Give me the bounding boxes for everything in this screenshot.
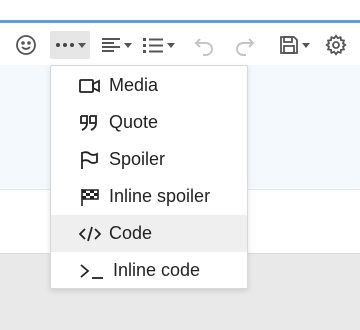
- menu-item-label: Media: [109, 75, 159, 95]
- menu-item-label: Quote: [109, 112, 159, 132]
- menu-item-label: Spoiler: [109, 149, 166, 169]
- menu-item-spoiler[interactable]: Spoiler: [51, 141, 247, 178]
- terminal-icon: [79, 262, 113, 280]
- smiley-icon: [15, 34, 37, 56]
- video-camera-icon: [79, 78, 109, 94]
- menu-item-label: Inline spoiler: [109, 186, 211, 206]
- insert-menu: Media Quote Spoiler Inline spoiler Code …: [50, 65, 248, 289]
- chevron-down-icon: [123, 42, 132, 48]
- align-icon: [101, 36, 121, 54]
- more-options-icon: [55, 42, 75, 48]
- redo-icon: [234, 34, 256, 56]
- menu-item-quote[interactable]: Quote: [51, 104, 247, 141]
- checkered-flag-icon: [79, 187, 109, 207]
- editor-toolbar: [0, 23, 360, 65]
- gear-icon: [325, 34, 347, 56]
- list-button[interactable]: [140, 31, 176, 59]
- menu-item-code[interactable]: Code: [51, 215, 247, 252]
- menu-item-media[interactable]: Media: [51, 67, 247, 104]
- flag-icon: [79, 150, 109, 170]
- quote-icon: [79, 114, 109, 132]
- chevron-down-icon: [301, 42, 310, 48]
- save-draft-button[interactable]: [276, 31, 312, 59]
- save-draft-icon: [279, 35, 299, 55]
- menu-item-label: Inline code: [113, 260, 201, 280]
- align-button[interactable]: [99, 31, 133, 59]
- more-options-button[interactable]: [50, 31, 90, 59]
- smilies-button[interactable]: [12, 31, 40, 59]
- undo-button[interactable]: [190, 31, 218, 59]
- menu-item-label: Code: [109, 223, 153, 243]
- menu-item-inline-code[interactable]: Inline code: [51, 252, 247, 289]
- settings-button[interactable]: [322, 31, 350, 59]
- menu-item-inline-spoiler[interactable]: Inline spoiler: [51, 178, 247, 215]
- chevron-down-icon: [77, 42, 86, 48]
- redo-button[interactable]: [231, 31, 259, 59]
- undo-icon: [193, 34, 215, 56]
- top-strip: [0, 0, 360, 20]
- chevron-down-icon: [166, 42, 175, 48]
- code-icon: [79, 225, 109, 243]
- list-icon: [142, 36, 164, 54]
